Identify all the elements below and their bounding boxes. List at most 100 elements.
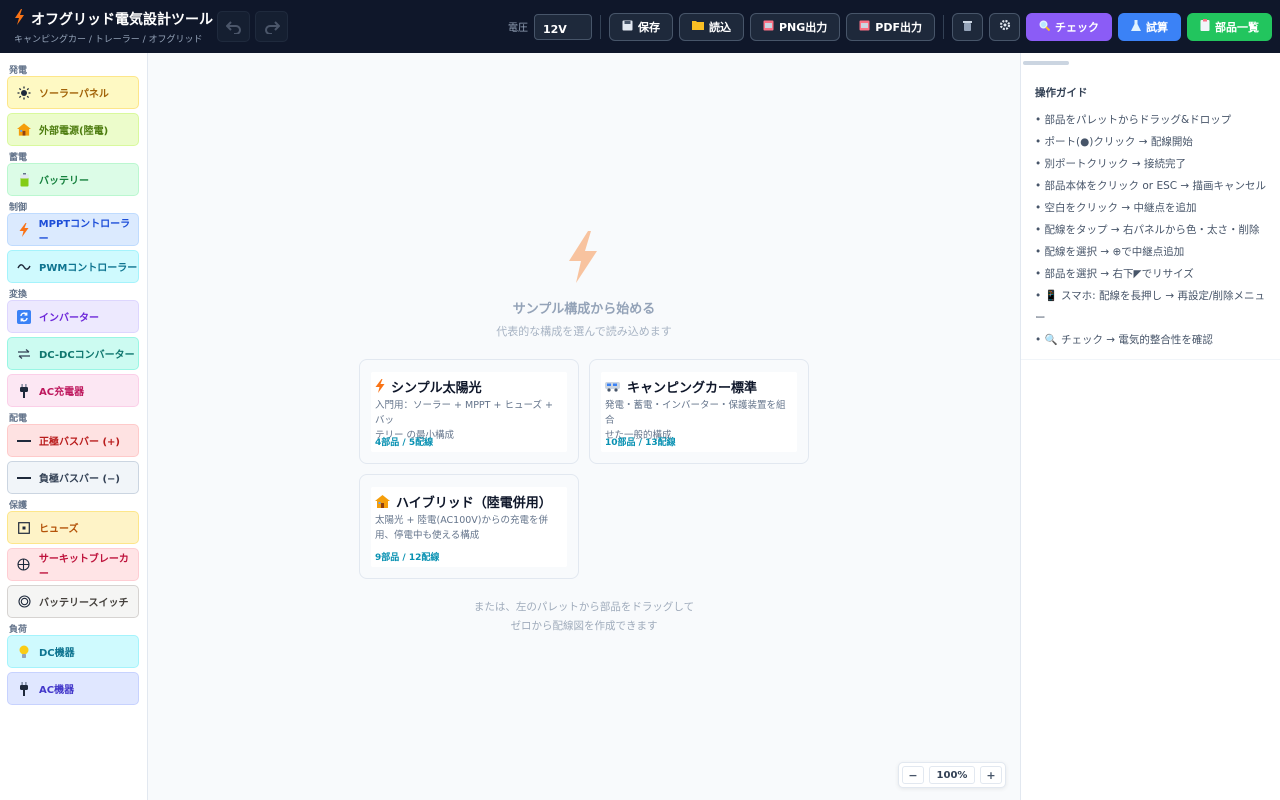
app-header: オフグリッド電気設計ツール キャンピングカー / トレーラー / オフグリッド … xyxy=(0,0,1280,53)
folder-icon xyxy=(691,20,704,33)
parts-list-button[interactable]: 部品一覧 xyxy=(1187,12,1272,41)
empty-state-subtitle: 代表的な構成を選んで読み込めます xyxy=(496,325,672,338)
palette-item-label: AC機器 xyxy=(39,685,75,696)
plug-icon xyxy=(16,681,32,696)
palette-item[interactable]: 外部電源(陸電) xyxy=(7,113,139,146)
delete-button[interactable] xyxy=(952,12,983,41)
guide-item: • 空白をクリック → 中継点を追加 xyxy=(1035,202,1197,214)
palette-item[interactable]: DC-DCコンバーター xyxy=(7,337,139,370)
breaker-icon xyxy=(16,558,32,571)
bar-icon xyxy=(16,439,32,443)
magnifier-icon xyxy=(1039,20,1051,34)
gear-icon xyxy=(999,19,1011,34)
wiring-canvas[interactable]: サンプル構成から始める 代表的な構成を選んで読み込めます シンプル太陽光 入門用… xyxy=(148,53,1020,800)
arrows-icon xyxy=(16,348,32,359)
parts-list-label: 部品一覧 xyxy=(1215,20,1259,34)
zoom-level[interactable]: 100% xyxy=(929,766,975,784)
wave-icon xyxy=(16,263,32,271)
sample-desc: 入門用：ソーラー + MPPT + ヒューズ + バッ テリー の最小構成 xyxy=(375,400,553,441)
fuse-icon xyxy=(16,521,32,534)
empty-state-title: サンプル構成から始める xyxy=(512,302,656,317)
guide-item: • 部品を選択 → 右下◤でリサイズ xyxy=(1035,268,1194,280)
guide-item: • 📱 スマホ: 配線を長押し → 再設定/削除メニュ xyxy=(1035,290,1266,302)
calc-button[interactable]: 試算 xyxy=(1118,12,1181,41)
palette-category: 配電 xyxy=(9,414,28,424)
png-export-label: PNG出力 xyxy=(778,20,828,34)
undo-icon xyxy=(225,20,241,34)
palette-item[interactable]: AC機器 xyxy=(7,672,139,705)
image-icon xyxy=(763,20,774,34)
sample-title: シンプル太陽光 xyxy=(391,380,482,396)
redo-button[interactable] xyxy=(255,11,288,42)
canvas-hint: ゼロから配線図を作成できます xyxy=(510,620,658,632)
sample-desc: 発電・蓄電・インバーター・保護装置を組合 せた一般的構成 xyxy=(605,400,786,441)
palette-category: 発電 xyxy=(9,66,28,76)
zoom-out-button[interactable]: − xyxy=(902,766,924,784)
palette-item[interactable]: DC機器 xyxy=(7,635,139,668)
undo-button[interactable] xyxy=(217,11,250,42)
switch-icon xyxy=(16,595,32,608)
palette-category: 変換 xyxy=(9,290,28,300)
house-icon xyxy=(16,123,32,136)
palette-item-label: 外部電源(陸電) xyxy=(39,126,109,137)
palette-item[interactable]: バッテリー xyxy=(7,163,139,196)
app-subtitle: キャンピングカー / トレーラー / オフグリッド xyxy=(14,34,203,45)
palette-item[interactable]: ヒューズ xyxy=(7,511,139,544)
palette-item-label: バッテリースイッチ xyxy=(39,598,129,609)
palette-item[interactable]: 負極バスバー (−) xyxy=(7,461,139,494)
sun-icon xyxy=(16,86,32,100)
check-button[interactable]: チェック xyxy=(1026,12,1112,41)
house-icon xyxy=(375,494,390,508)
palette-item[interactable]: サーキットブレーカー xyxy=(7,548,139,581)
sample-meta: 4部品 / 5配線 xyxy=(375,438,434,448)
voltage-label: 電圧 xyxy=(507,23,528,34)
bulb-icon xyxy=(16,645,32,659)
guide-item: • 部品本体をクリック or ESC → 描画キャンセル xyxy=(1035,180,1267,192)
cycle-icon xyxy=(16,309,32,324)
palette-item[interactable]: 正極バスバー (+) xyxy=(7,424,139,457)
guide-item: • 配線をタップ → 右パネルから色・太さ・削除 xyxy=(1035,224,1260,236)
bolt-icon xyxy=(16,222,32,237)
flask-icon xyxy=(1131,19,1141,34)
png-export-button[interactable]: PNG出力 xyxy=(749,12,841,41)
palette-item[interactable]: インバーター xyxy=(7,300,139,333)
pdf-export-button[interactable]: PDF出力 xyxy=(846,12,935,41)
guide-item: • 🔍 チェック → 電気的整合性を確認 xyxy=(1035,334,1213,346)
sample-card-hybrid[interactable]: ハイブリッド（陸電併用） 太陽光 + 陸電(AC100V)からの充電を併 用、停電… xyxy=(359,474,579,579)
voltage-select[interactable]: 12V xyxy=(533,13,592,40)
calc-label: 試算 xyxy=(1146,20,1168,34)
settings-button[interactable] xyxy=(989,12,1020,41)
bolt-icon xyxy=(375,379,385,393)
sample-card-camper[interactable]: キャンピングカー標準 発電・蓄電・インバーター・保護装置を組合 せた一般的構成 1… xyxy=(589,359,809,464)
panel-resize-handle[interactable] xyxy=(1023,61,1069,65)
camper-icon xyxy=(605,382,620,392)
brand: オフグリッド電気設計ツール キャンピングカー / トレーラー / オフグリッド xyxy=(14,9,213,45)
save-button[interactable]: 保存 xyxy=(608,12,673,41)
guide-item: • ポート(●)クリック → 配線開始 xyxy=(1035,136,1193,148)
clipboard-icon xyxy=(1200,19,1210,34)
load-button[interactable]: 読込 xyxy=(678,12,744,41)
sample-card-simple-solar[interactable]: シンプル太陽光 入門用：ソーラー + MPPT + ヒューズ + バッ テリー の… xyxy=(359,359,579,464)
pdf-export-label: PDF出力 xyxy=(875,20,922,34)
palette-item[interactable]: MPPTコントローラー xyxy=(7,213,139,246)
zoom-in-button[interactable]: + xyxy=(980,766,1002,784)
guide-item: • 別ポートクリック → 接続完了 xyxy=(1035,158,1187,170)
palette-item-label: ソーラーパネル xyxy=(39,89,109,100)
palette-item-label: インバーター xyxy=(39,313,99,324)
palette-item-label: 正極バスバー (+) xyxy=(39,437,121,448)
palette-item[interactable]: ソーラーパネル xyxy=(7,76,139,109)
load-label: 読込 xyxy=(708,20,731,34)
bolt-icon xyxy=(14,9,25,28)
divider xyxy=(1021,359,1280,360)
palette-item-label: MPPTコントローラー xyxy=(38,218,131,245)
palette-item[interactable]: AC充電器 xyxy=(7,374,139,407)
palette-item[interactable]: バッテリースイッチ xyxy=(7,585,139,618)
palette-item-label: 負極バスバー (−) xyxy=(39,474,121,485)
palette-item[interactable]: PWMコントローラー xyxy=(7,250,139,283)
redo-icon xyxy=(264,20,280,34)
guide-list: • 部品をパレットからドラッグ&ドロップ • ポート(●)クリック → 配線開始 •… xyxy=(1035,109,1273,351)
sample-meta: 10部品 / 13配線 xyxy=(605,438,676,448)
floppy-icon xyxy=(622,20,633,34)
properties-panel: 操作ガイド • 部品をパレットからドラッグ&ドロップ • ポート(●)クリック →… xyxy=(1020,53,1280,800)
app-title: オフグリッド電気設計ツール xyxy=(31,11,213,28)
